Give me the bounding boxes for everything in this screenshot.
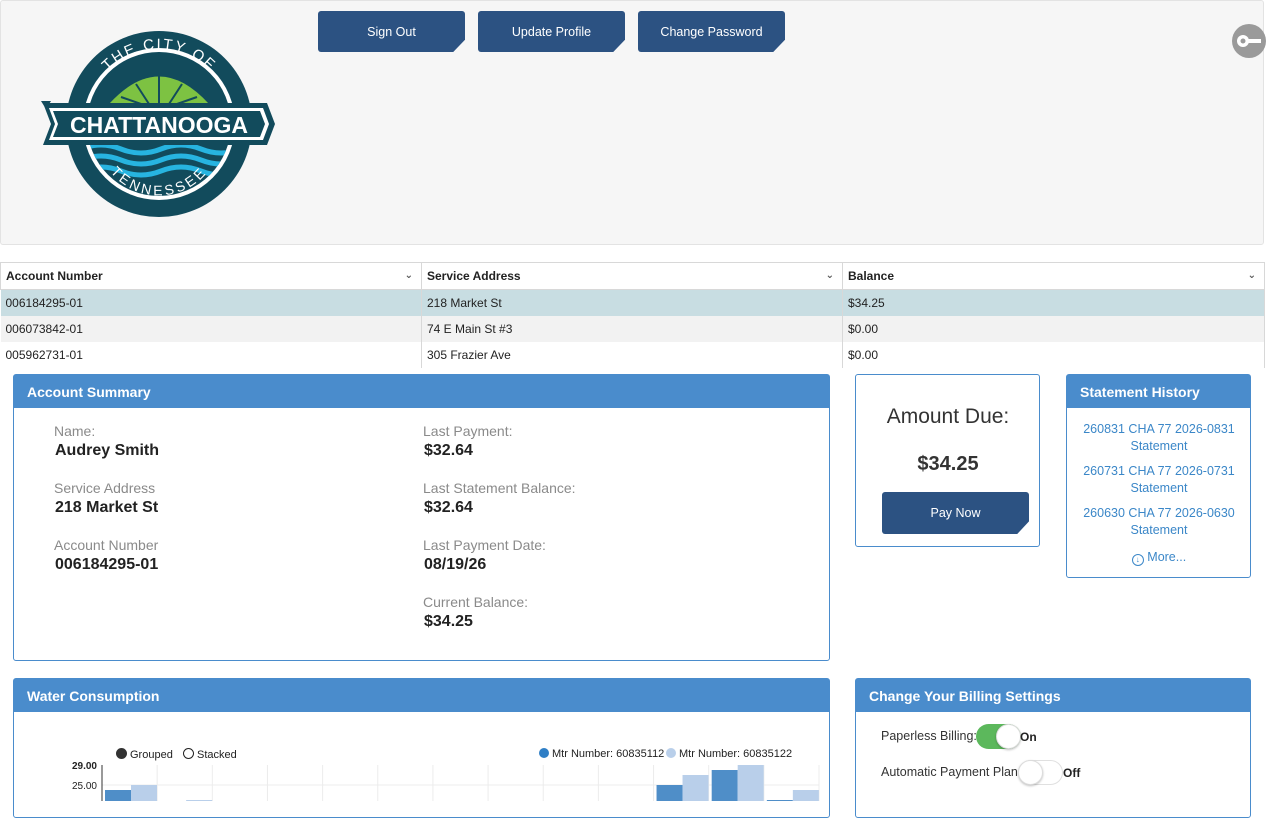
sign-out-button[interactable]: Sign Out	[318, 11, 465, 52]
statement-link[interactable]: 260731 CHA 77 2026-0731 Statement	[1067, 463, 1251, 497]
amount-due-panel: Amount Due: $34.25 Pay Now	[855, 374, 1040, 547]
table-row[interactable]: 006073842-01 74 E Main St #3 $0.00	[0, 315, 1265, 342]
chevron-down-icon[interactable]: ⌄	[405, 270, 413, 281]
last-payment-value: $32.64	[424, 442, 473, 459]
last-payment-date-label: Last Payment Date:	[423, 537, 546, 553]
last-payment-date-value: 08/19/26	[424, 556, 487, 573]
statement-link[interactable]: 260831 CHA 77 2026-0831 Statement	[1067, 421, 1251, 455]
legend-dot-icon	[666, 748, 676, 758]
water-consumption-panel: Water Consumption Grouped Stacked Mtr Nu…	[13, 678, 830, 818]
service-address-value: 218 Market St	[55, 499, 159, 516]
bar-2[interactable]	[792, 790, 819, 801]
bar-1[interactable]	[105, 790, 131, 801]
bar-2[interactable]	[682, 775, 709, 801]
autopay-state: Off	[1063, 766, 1081, 780]
panel-title: Water Consumption	[14, 679, 829, 712]
current-balance-value: $34.25	[424, 613, 473, 630]
bar-2[interactable]	[186, 800, 213, 801]
paperless-billing-label: Paperless Billing:	[881, 729, 977, 743]
city-logo: CHATTANOOGA THE CITY OF TENNESSEE	[41, 31, 275, 217]
statement-history-panel: Statement History 260831 CHA 77 2026-083…	[1066, 374, 1251, 578]
amount-due-value: $34.25	[917, 453, 979, 475]
name-label: Name:	[54, 423, 96, 439]
table-row[interactable]: 006184295-01 218 Market St $34.25	[0, 289, 1265, 316]
autopay-toggle[interactable]	[1018, 760, 1063, 785]
y-tick-label: 29.00	[72, 761, 97, 772]
bar-1[interactable]	[656, 785, 683, 801]
bar-2[interactable]	[737, 765, 764, 801]
account-number-label: Account Number	[54, 537, 159, 553]
y-tick-label: 25.00	[72, 781, 97, 792]
column-header-service-address[interactable]: Service Address ⌄	[421, 262, 843, 290]
chevron-down-icon[interactable]: ⌄	[1248, 270, 1256, 281]
paperless-billing-toggle[interactable]	[976, 724, 1021, 749]
key-icon[interactable]	[1232, 24, 1266, 58]
panel-title: Account Summary	[14, 375, 829, 408]
bar-1[interactable]	[766, 800, 793, 801]
header-bar: CHATTANOOGA THE CITY OF TENNESSEE Sign O…	[0, 0, 1264, 245]
radio-icon	[183, 748, 194, 759]
legend-dot-icon	[539, 748, 549, 758]
autopay-label: Automatic Payment Plan:	[881, 765, 1022, 779]
bar-2[interactable]	[131, 785, 157, 801]
radio-selected-icon	[116, 748, 127, 759]
billing-settings-panel: Change Your Billing Settings Paperless B…	[855, 678, 1251, 818]
chevron-down-icon[interactable]: ⌄	[826, 270, 834, 281]
download-circle-icon: ↓	[1131, 554, 1144, 566]
last-payment-label: Last Payment:	[423, 423, 513, 439]
account-number-value: 006184295-01	[55, 556, 159, 573]
last-statement-label: Last Statement Balance:	[423, 480, 576, 496]
change-password-button[interactable]: Change Password	[638, 11, 785, 52]
panel-title: Statement History	[1067, 375, 1250, 408]
statement-link[interactable]: 260630 CHA 77 2026-0630 Statement	[1067, 505, 1251, 539]
panel-title: Change Your Billing Settings	[856, 679, 1250, 712]
amount-due-title: Amount Due:	[886, 405, 1010, 428]
accounts-table: Account Number ⌄ Service Address ⌄ Balance…	[0, 262, 1265, 368]
last-statement-value: $32.64	[424, 499, 473, 516]
update-profile-button[interactable]: Update Profile	[478, 11, 625, 52]
paperless-billing-state: On	[1020, 730, 1037, 744]
table-row[interactable]: 005962731-01 305 Frazier Ave $0.00	[0, 341, 1265, 368]
consumption-chart: 29.00 25.00	[72, 761, 820, 801]
name-value: Audrey Smith	[55, 442, 160, 459]
service-address-label: Service Address	[54, 480, 156, 496]
current-balance-label: Current Balance:	[423, 594, 529, 610]
more-statements-link[interactable]: ↓ More...	[1067, 550, 1251, 566]
pay-now-button[interactable]: Pay Now	[882, 492, 1029, 534]
column-header-account-number[interactable]: Account Number ⌄	[0, 262, 422, 290]
column-header-balance[interactable]: Balance ⌄	[842, 262, 1265, 290]
account-summary-panel: Account Summary Name: Audrey Smith Servi…	[13, 374, 830, 661]
bar-1[interactable]	[711, 770, 738, 801]
svg-text:CHATTANOOGA: CHATTANOOGA	[70, 112, 248, 138]
